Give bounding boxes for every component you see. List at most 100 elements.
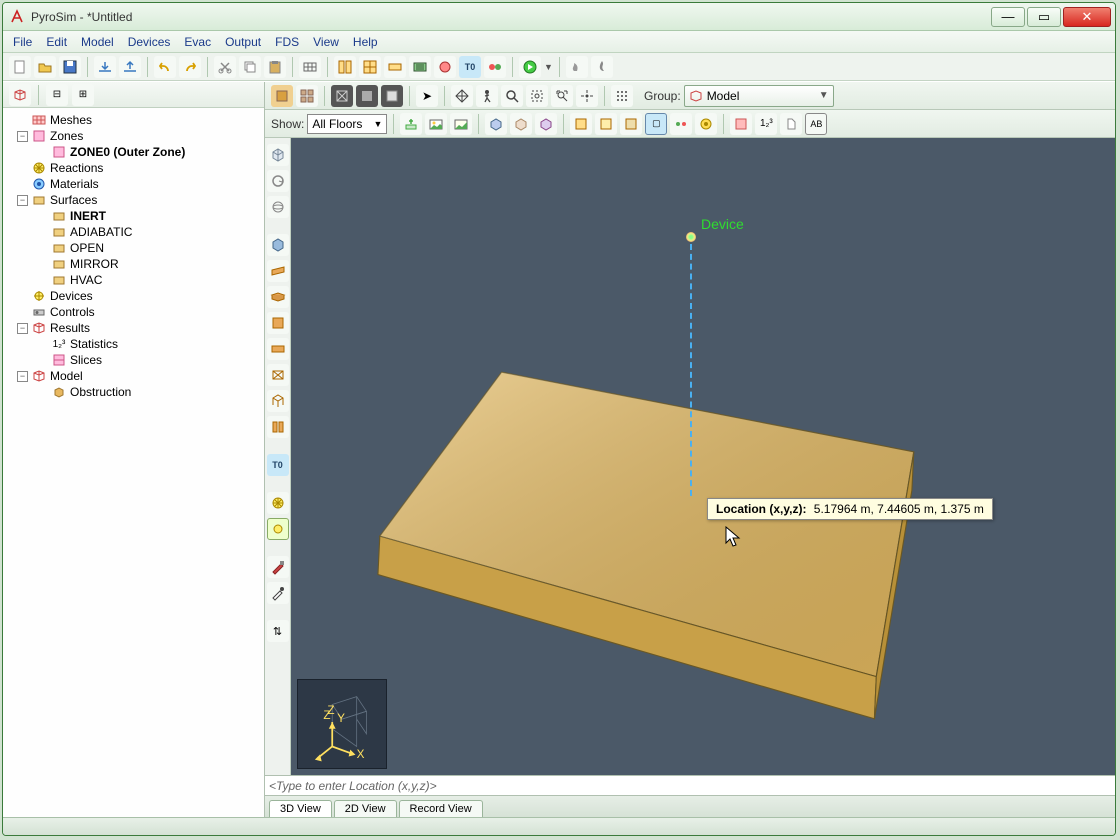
tree-item[interactable]: HVAC <box>5 272 262 288</box>
snap-icon[interactable] <box>611 85 633 107</box>
t0-button[interactable]: T0 <box>459 56 481 78</box>
save-button[interactable] <box>59 56 81 78</box>
tree-item[interactable]: Obstruction <box>5 384 262 400</box>
pan-icon[interactable] <box>451 85 473 107</box>
g4-icon[interactable]: AB <box>805 113 827 135</box>
pointer-icon[interactable]: ➤ <box>416 85 438 107</box>
export-button[interactable] <box>119 56 141 78</box>
floor-add-icon[interactable] <box>400 113 422 135</box>
f4-icon[interactable]: ▢ <box>645 113 667 135</box>
tree-item[interactable]: Reactions <box>5 160 262 176</box>
close-button[interactable]: ✕ <box>1063 7 1111 27</box>
g3-icon[interactable] <box>780 113 802 135</box>
iso2-icon[interactable] <box>510 113 532 135</box>
wire-icon[interactable] <box>331 85 353 107</box>
minimize-button[interactable]: — <box>991 7 1025 27</box>
import-button[interactable] <box>94 56 116 78</box>
tool-box4-icon[interactable] <box>267 338 289 360</box>
tool-model-icon[interactable] <box>267 234 289 256</box>
tab-3d-view[interactable]: 3D View <box>269 800 332 817</box>
tool-box2-icon[interactable] <box>267 286 289 308</box>
tree-toggle-icon[interactable]: − <box>17 195 28 206</box>
single-view-icon[interactable] <box>271 85 293 107</box>
menu-file[interactable]: File <box>7 33 38 51</box>
tree-item[interactable]: −Model <box>5 368 262 384</box>
tree-item[interactable]: Controls <box>5 304 262 320</box>
tree-toggle-icon[interactable]: − <box>17 323 28 334</box>
tool-box1-icon[interactable] <box>267 260 289 282</box>
tool-box7-icon[interactable] <box>267 416 289 438</box>
f1-icon[interactable] <box>570 113 592 135</box>
surface-button[interactable] <box>434 56 456 78</box>
tree-item[interactable]: ZONE0 (Outer Zone) <box>5 144 262 160</box>
open-button[interactable] <box>34 56 56 78</box>
menu-edit[interactable]: Edit <box>40 33 73 51</box>
image-icon[interactable] <box>425 113 447 135</box>
tool-orbit-icon[interactable] <box>267 196 289 218</box>
maximize-button[interactable]: ▭ <box>1027 7 1061 27</box>
tree-item[interactable]: Slices <box>5 352 262 368</box>
f5-icon[interactable] <box>670 113 692 135</box>
command-line[interactable]: <Type to enter Location (x,y,z)> <box>265 775 1115 795</box>
expand-icon[interactable]: ⊞ <box>72 84 94 106</box>
shade2-icon[interactable] <box>381 85 403 107</box>
menu-view[interactable]: View <box>307 33 345 51</box>
model-tree[interactable]: Meshes−ZonesZONE0 (Outer Zone)ReactionsM… <box>3 108 264 817</box>
copy-button[interactable] <box>239 56 261 78</box>
menu-help[interactable]: Help <box>347 33 384 51</box>
tool-star2-icon[interactable] <box>267 518 289 540</box>
redo-button[interactable] <box>179 56 201 78</box>
fit-icon[interactable] <box>551 85 573 107</box>
g1-icon[interactable] <box>730 113 752 135</box>
merge-button[interactable] <box>384 56 406 78</box>
tree-item[interactable]: MIRROR <box>5 256 262 272</box>
tree-item[interactable]: −Results <box>5 320 262 336</box>
paste-button[interactable] <box>264 56 286 78</box>
image2-icon[interactable] <box>450 113 472 135</box>
menu-evac[interactable]: Evac <box>178 33 217 51</box>
tool-t0-icon[interactable]: T0 <box>267 454 289 476</box>
f6-icon[interactable] <box>695 113 717 135</box>
run-dropdown-icon[interactable]: ▼ <box>544 62 553 72</box>
collapse-icon[interactable]: ⊟ <box>46 84 68 106</box>
tree-item[interactable]: 1₂³Statistics <box>5 336 262 352</box>
tool-box5-icon[interactable] <box>267 364 289 386</box>
tab-2d-view[interactable]: 2D View <box>334 800 397 817</box>
tool-star1-icon[interactable] <box>267 492 289 514</box>
menu-fds[interactable]: FDS <box>269 33 305 51</box>
g2-icon[interactable]: 1₂³ <box>755 113 777 135</box>
tool-eyedrop-icon[interactable] <box>267 582 289 604</box>
split-mesh-button[interactable] <box>334 56 356 78</box>
quad-view-icon[interactable] <box>296 85 318 107</box>
f3-icon[interactable] <box>620 113 642 135</box>
tool-box6-icon[interactable] <box>267 390 289 412</box>
mesh-button[interactable] <box>299 56 321 78</box>
tree-item[interactable]: Materials <box>5 176 262 192</box>
menu-output[interactable]: Output <box>219 33 267 51</box>
tab-record-view[interactable]: Record View <box>399 800 483 817</box>
tree-item[interactable]: INERT <box>5 208 262 224</box>
iso1-icon[interactable] <box>485 113 507 135</box>
tree-toggle-icon[interactable]: − <box>17 131 28 142</box>
floors-select[interactable]: All Floors ▼ <box>307 114 387 134</box>
menu-devices[interactable]: Devices <box>122 33 177 51</box>
3d-viewport[interactable]: Device Location (x,y,z): 5.17964 m, 7.44… <box>291 138 1115 775</box>
tool-rotate-icon[interactable] <box>267 170 289 192</box>
group-select[interactable]: Model ▼ <box>684 85 834 107</box>
fds-button[interactable] <box>484 56 506 78</box>
zoom-icon[interactable] <box>501 85 523 107</box>
tree-item[interactable]: Devices <box>5 288 262 304</box>
smoke-button[interactable] <box>566 56 588 78</box>
f2-icon[interactable] <box>595 113 617 135</box>
run-button[interactable] <box>519 56 541 78</box>
tree-item[interactable]: −Zones <box>5 128 262 144</box>
tool-box3-icon[interactable] <box>267 312 289 334</box>
tool-cube-icon[interactable] <box>267 144 289 166</box>
device-point[interactable] <box>686 232 696 242</box>
walk-icon[interactable] <box>476 85 498 107</box>
refine-mesh-button[interactable] <box>359 56 381 78</box>
tree-toggle-icon[interactable]: − <box>17 371 28 382</box>
cut-button[interactable] <box>214 56 236 78</box>
zoom-box-icon[interactable] <box>526 85 548 107</box>
tree-item[interactable]: ADIABATIC <box>5 224 262 240</box>
